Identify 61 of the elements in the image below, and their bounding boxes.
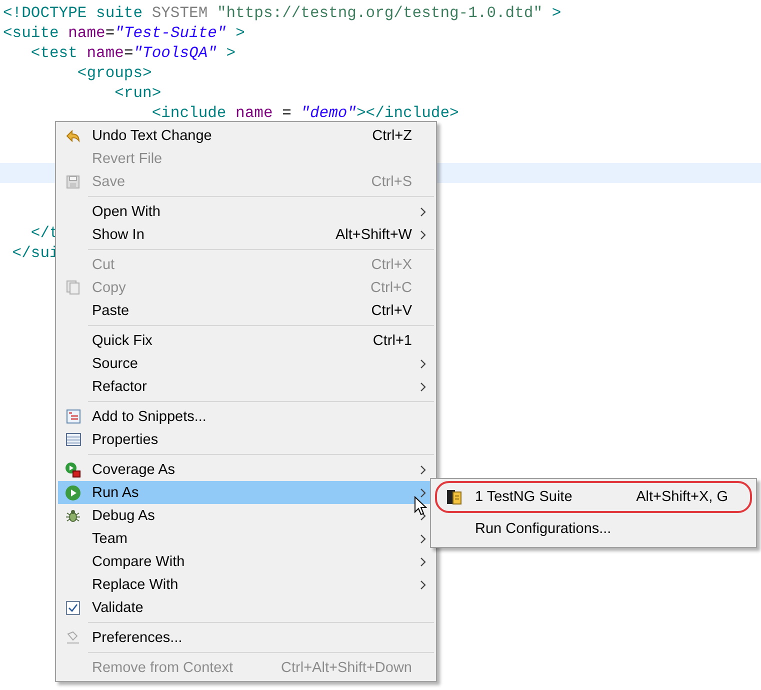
menu-item[interactable]: Validate (58, 596, 434, 619)
chevron-icon (420, 206, 426, 216)
menu-item[interactable]: Show In Alt+Shift+W (58, 223, 434, 246)
menu-item[interactable]: Quick Fix Ctrl+1 (58, 329, 434, 352)
menu-item[interactable]: Refactor (58, 375, 434, 398)
code-token: <suite (3, 24, 60, 42)
submenu-item[interactable]: Run Configurations... (435, 513, 752, 545)
play-icon (65, 484, 81, 500)
chevron-icon (420, 488, 426, 498)
coverage-icon (65, 462, 81, 478)
menu-item[interactable]: Add to Snippets... (58, 405, 434, 428)
code-token: "ToolsQA" (133, 44, 217, 62)
chevron-icon (420, 556, 426, 566)
code-token: = (281, 104, 292, 122)
chevron-icon (420, 358, 426, 368)
code-token: name (68, 24, 106, 42)
context-icon (65, 630, 81, 644)
chevron-icon (420, 534, 426, 544)
code-token: <test (30, 44, 78, 62)
bug-icon (65, 508, 81, 524)
code-token: <!DOCTYPE (3, 4, 88, 22)
menu-item[interactable]: Source (58, 352, 434, 375)
mouse-cursor-icon (414, 496, 427, 516)
copy-icon (66, 280, 80, 295)
code-token: "https://testng.org/testng-1.0.dtd" (216, 4, 544, 22)
code-token: > (234, 24, 245, 42)
code-token: SYSTEM (152, 4, 209, 22)
testng-icon (446, 489, 462, 505)
code-token: = (105, 24, 115, 42)
chevron-icon (420, 230, 426, 240)
code-token: <groups> (76, 64, 152, 82)
menu-item[interactable]: Undo Text Change Ctrl+Z (58, 124, 434, 147)
chevron-icon (420, 580, 426, 590)
submenu-item[interactable]: 1 TestNG Suite Alt+Shift+X, G (435, 481, 752, 513)
code-token: > (552, 4, 562, 22)
code-token: <include (150, 104, 228, 122)
code-token: > (225, 44, 236, 62)
menu-item[interactable]: Paste Ctrl+V (58, 299, 434, 322)
menu-item[interactable]: Coverage As (58, 458, 434, 481)
code-token: "Test-Suite" (114, 24, 226, 42)
code-token: "demo" (300, 104, 356, 122)
chevron-icon (420, 464, 426, 474)
snippet-icon (66, 409, 80, 424)
code-token: </sui (11, 244, 59, 262)
menu-item[interactable]: Open With (58, 200, 434, 223)
menu-item[interactable]: Debug As (58, 504, 434, 527)
code-token: <run> (114, 84, 162, 102)
chevron-icon (420, 382, 426, 392)
undo-arrow-icon (65, 128, 81, 142)
code-token: ></include> (356, 104, 459, 122)
code-token: name (236, 104, 273, 122)
menu-item[interactable]: Properties (58, 428, 434, 451)
menu-item[interactable]: Preferences... (58, 626, 434, 649)
menu-item[interactable]: Replace With (58, 573, 434, 596)
menu-item[interactable]: Compare With (58, 550, 434, 573)
code-token: suite (96, 4, 144, 22)
checkbox[interactable] (66, 600, 80, 614)
table-icon (66, 433, 80, 446)
menu-item[interactable]: Team (58, 527, 434, 550)
code-token: name (86, 44, 124, 62)
code-token: = (124, 44, 134, 62)
